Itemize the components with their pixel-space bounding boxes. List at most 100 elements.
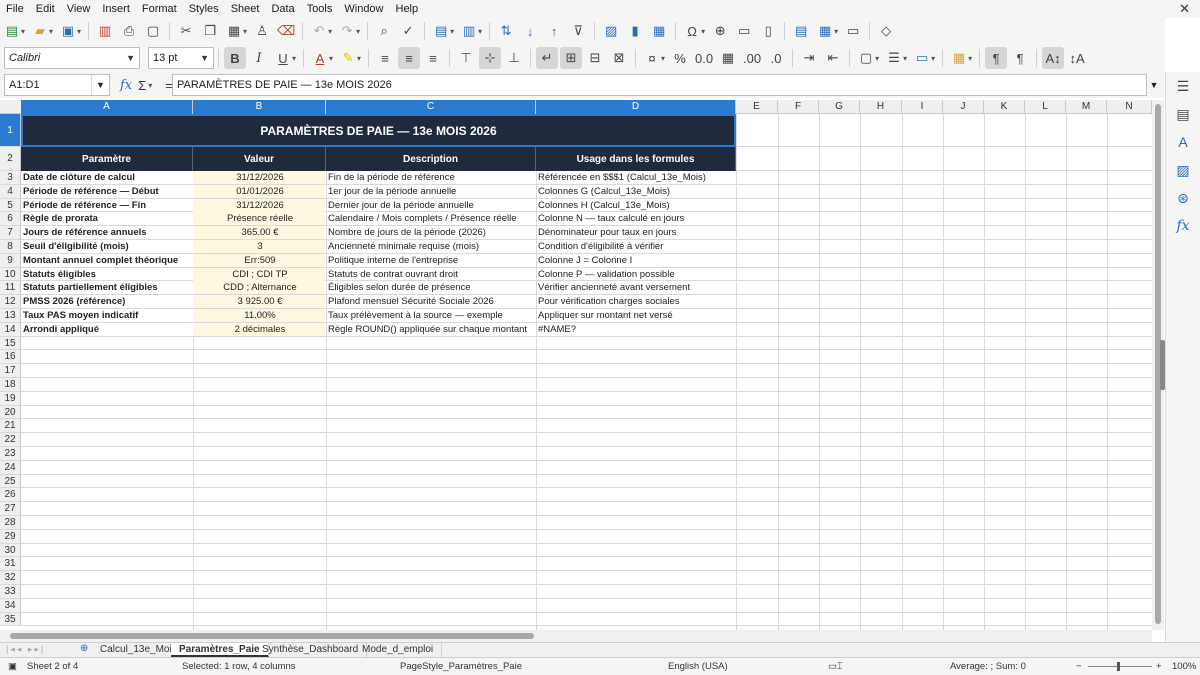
merge-center-icon[interactable]: ⊞ [560, 47, 583, 69]
chevron-down-icon[interactable]: ▾ [356, 27, 360, 36]
row-header-20[interactable]: 20 [0, 405, 21, 420]
row-header-32[interactable]: 32 [0, 571, 21, 585]
date-format-icon[interactable]: ▦ [717, 47, 739, 69]
freeze-rows-columns-icon[interactable]: ▦ [814, 20, 836, 42]
column-header-g[interactable]: G [819, 100, 860, 114]
cut-icon[interactable]: ✂ [175, 20, 197, 42]
open-folder-icon[interactable]: ▰ [29, 20, 51, 42]
align-top-icon[interactable]: ⊤ [455, 47, 477, 69]
column-header-a[interactable]: A [21, 100, 193, 114]
row-header-17[interactable]: 17 [0, 364, 21, 378]
param-description-cell[interactable]: Politique interne de l'entreprise [326, 254, 535, 267]
column-header-c[interactable]: C [326, 100, 536, 114]
chevron-down-icon[interactable]: ▾ [77, 27, 81, 36]
menu-data[interactable]: Data [265, 0, 300, 18]
add-sheet-icon[interactable]: ⊕ [80, 643, 88, 654]
chevron-down-icon[interactable]: ▼ [200, 53, 209, 63]
param-usage-cell[interactable]: Colonne J = Colonne I [536, 254, 735, 267]
column-header-m[interactable]: M [1066, 100, 1107, 114]
param-name-cell[interactable]: Jours de référence annuels [21, 226, 192, 239]
underline-icon[interactable]: U [272, 47, 294, 69]
row-header-33[interactable]: 33 [0, 585, 21, 599]
align-left-icon[interactable]: ≡ [374, 47, 396, 69]
param-value-cell[interactable]: CDD ; Alternance [193, 281, 325, 295]
export-pdf-icon[interactable]: ▥ [94, 20, 116, 42]
chevron-down-icon[interactable]: ▾ [478, 27, 482, 36]
row-header-13[interactable]: 13 [0, 309, 21, 323]
show-draw-functions-icon[interactable]: ◇ [875, 20, 897, 42]
column-icon[interactable]: ▥ [458, 20, 480, 42]
zoom-level[interactable]: 100% [1172, 661, 1196, 672]
chevron-down-icon[interactable]: ▾ [903, 54, 907, 63]
chevron-down-icon[interactable]: ▾ [328, 27, 332, 36]
chevron-down-icon[interactable]: ▾ [701, 27, 705, 36]
title-cell[interactable]: PARAMÈTRES DE PAIE — 13e MOIS 2026 [21, 114, 736, 147]
row-header-2[interactable]: 2 [0, 147, 21, 171]
sidebar-resize-handle[interactable] [1160, 340, 1165, 390]
font-size-box[interactable]: 13 pt ▼ [148, 47, 214, 69]
param-name-cell[interactable]: Statuts partiellement éligibles [21, 281, 192, 294]
param-description-cell[interactable]: Nombre de jours de la période (2026) [326, 226, 535, 239]
bold-icon[interactable]: B [224, 47, 246, 69]
paste-icon[interactable]: ▦ [223, 20, 245, 42]
row-header-30[interactable]: 30 [0, 543, 21, 558]
param-name-cell[interactable]: Montant annuel complet théorique [21, 254, 192, 267]
column-header-i[interactable]: I [902, 100, 943, 114]
currency-format-icon[interactable]: ¤ [641, 47, 663, 69]
param-description-cell[interactable]: Calendaire / Mois complets / Présence ré… [326, 212, 535, 225]
functions-icon[interactable]: fx [1173, 216, 1193, 236]
page-style[interactable]: PageStyle_Paramètres_Paie [400, 661, 522, 672]
left-to-right-icon[interactable]: ¶ [985, 47, 1008, 69]
param-name-cell[interactable]: Taux PAS moyen indicatif [21, 309, 192, 322]
chevron-down-icon[interactable]: ▾ [661, 54, 665, 63]
row-header-31[interactable]: 31 [0, 557, 21, 572]
row-header-22[interactable]: 22 [0, 433, 21, 447]
param-description-cell[interactable]: Statuts de contrat ouvrant droit [326, 268, 535, 281]
param-description-cell[interactable]: Fin de la période de référence [326, 171, 535, 184]
find-replace-icon[interactable]: ⌕ [373, 20, 395, 42]
menu-tools[interactable]: Tools [301, 0, 339, 18]
menu-window[interactable]: Window [338, 0, 389, 18]
param-usage-cell[interactable]: Condition d'éligibilité à vérifier [536, 240, 735, 253]
borders-icon[interactable]: ▢ [855, 47, 877, 69]
properties-icon[interactable]: ▤ [1173, 104, 1193, 124]
param-name-cell[interactable]: Période de référence — Début [21, 185, 192, 198]
param-name-cell[interactable]: Date de clôture de calcul [21, 171, 192, 184]
param-usage-cell[interactable]: Référencée en $$$1 (Calcul_13e_Mois) [536, 171, 735, 184]
row-header-35[interactable]: 35 [0, 612, 21, 627]
right-to-left-icon[interactable]: ¶ [1009, 47, 1031, 69]
clone-formatting-icon[interactable]: ♙ [251, 20, 273, 42]
menu-insert[interactable]: Insert [96, 0, 136, 18]
chevron-down-icon[interactable]: ▾ [49, 27, 53, 36]
sheet-tab[interactable]: Mode_d_emploi [354, 643, 443, 657]
insert-chart-icon[interactable]: ▮ [624, 20, 646, 42]
header-cell[interactable]: Valeur [193, 147, 326, 171]
row-header-4[interactable]: 4 [0, 184, 21, 199]
highlight-color-icon[interactable]: ✎ [337, 47, 359, 69]
param-usage-cell[interactable]: Vérifier ancienneté avant versement [536, 281, 735, 294]
param-name-cell[interactable]: Règle de prorata [21, 212, 192, 225]
param-value-cell[interactable]: Err:509 [193, 253, 325, 267]
font-color-icon[interactable]: A [309, 47, 331, 69]
chevron-down-icon[interactable]: ▼ [1147, 74, 1161, 96]
sum-info[interactable]: Average: ; Sum: 0 [950, 661, 1026, 672]
param-name-cell[interactable]: Période de référence — Fin [21, 199, 192, 212]
unmerge-cells-icon[interactable]: ⊠ [608, 47, 630, 69]
chevron-down-icon[interactable]: ▼ [91, 75, 109, 95]
param-usage-cell[interactable]: Dénominateur pour taux en jours [536, 226, 735, 239]
copy-icon[interactable]: ❐ [199, 20, 221, 42]
param-description-cell[interactable]: Règle ROUND() appliquée sur chaque monta… [326, 323, 535, 336]
row-header-34[interactable]: 34 [0, 598, 21, 613]
wrap-text-icon[interactable]: ↵ [536, 47, 559, 69]
param-value-cell[interactable]: 31/12/2026 [193, 198, 325, 212]
menu-help[interactable]: Help [390, 0, 425, 18]
number-format-icon[interactable]: 0.0 [693, 47, 715, 69]
menu-edit[interactable]: Edit [30, 0, 61, 18]
param-usage-cell[interactable]: Colonne P — validation possible [536, 268, 735, 281]
chevron-down-icon[interactable]: ▾ [292, 54, 296, 63]
function-wizard-icon[interactable]: fx [120, 78, 132, 93]
formula-input[interactable]: PARAMÈTRES DE PAIE — 13e MOIS 2026 [172, 74, 1147, 96]
row-header-25[interactable]: 25 [0, 474, 21, 489]
param-usage-cell[interactable]: #NAME? [536, 323, 735, 336]
align-center-icon[interactable]: ≡ [398, 47, 421, 69]
